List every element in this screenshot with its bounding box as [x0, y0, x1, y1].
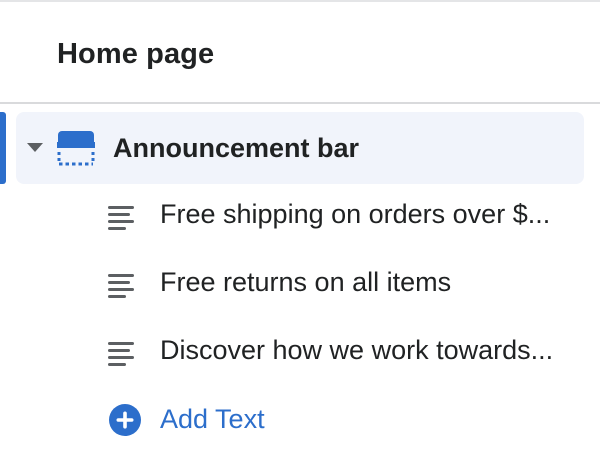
add-text-label: Add Text	[160, 404, 265, 434]
text-lines-icon	[108, 342, 134, 366]
text-lines-icon	[108, 206, 134, 230]
announcement-bar-icon	[57, 131, 95, 166]
page-title: Home page	[57, 38, 215, 70]
plus-circle-icon	[109, 404, 141, 436]
block-item-free-shipping[interactable]: Free shipping on orders over $...	[108, 182, 588, 250]
page-header: Home page	[0, 2, 600, 104]
active-section-indicator	[0, 112, 6, 184]
block-item-free-returns[interactable]: Free returns on all items	[108, 250, 588, 318]
block-item-discover[interactable]: Discover how we work towards...	[108, 318, 588, 386]
add-text-button[interactable]: Add Text	[108, 386, 408, 454]
block-label: Free shipping on orders over $...	[160, 199, 551, 229]
text-lines-icon	[108, 274, 134, 298]
block-label: Free returns on all items	[160, 267, 452, 297]
caret-down-icon[interactable]	[27, 143, 43, 152]
section-label: Announcement bar	[113, 133, 360, 163]
section-announcement-bar[interactable]: Announcement bar	[16, 112, 584, 184]
block-label: Discover how we work towards...	[160, 335, 554, 365]
